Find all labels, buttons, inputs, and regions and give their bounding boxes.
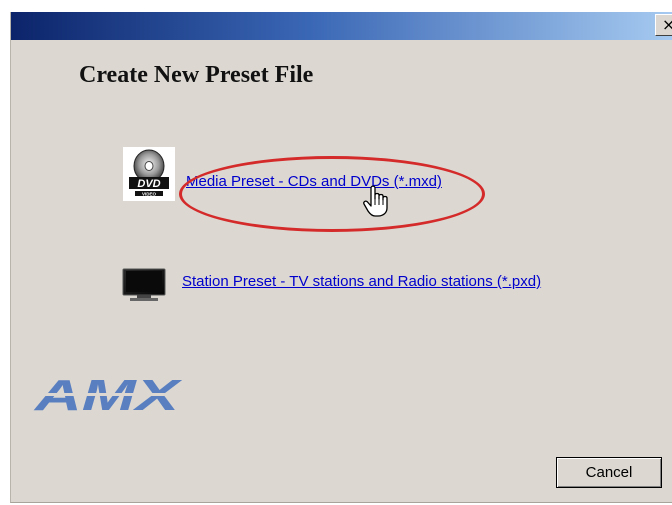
cancel-button[interactable]: Cancel: [556, 457, 662, 488]
close-button[interactable]: ×: [655, 14, 672, 36]
dialog-heading: Create New Preset File: [79, 62, 314, 88]
dialog-window: × Create New Preset File DVD VIDEO Media…: [10, 12, 672, 503]
close-icon: ×: [662, 15, 672, 34]
media-preset-link[interactable]: Media Preset - CDs and DVDs (*.mxd): [186, 173, 442, 190]
svg-text:DVD: DVD: [137, 178, 160, 190]
highlight-circle: [179, 156, 485, 232]
station-preset-link[interactable]: Station Preset - TV stations and Radio s…: [182, 273, 541, 290]
television-icon[interactable]: [119, 267, 169, 307]
svg-text:VIDEO: VIDEO: [142, 192, 157, 197]
amx-logo: AMX: [31, 371, 183, 420]
hand-pointer-icon: [363, 184, 393, 218]
title-bar[interactable]: ×: [11, 12, 672, 40]
dvd-video-icon[interactable]: DVD VIDEO: [123, 147, 175, 201]
